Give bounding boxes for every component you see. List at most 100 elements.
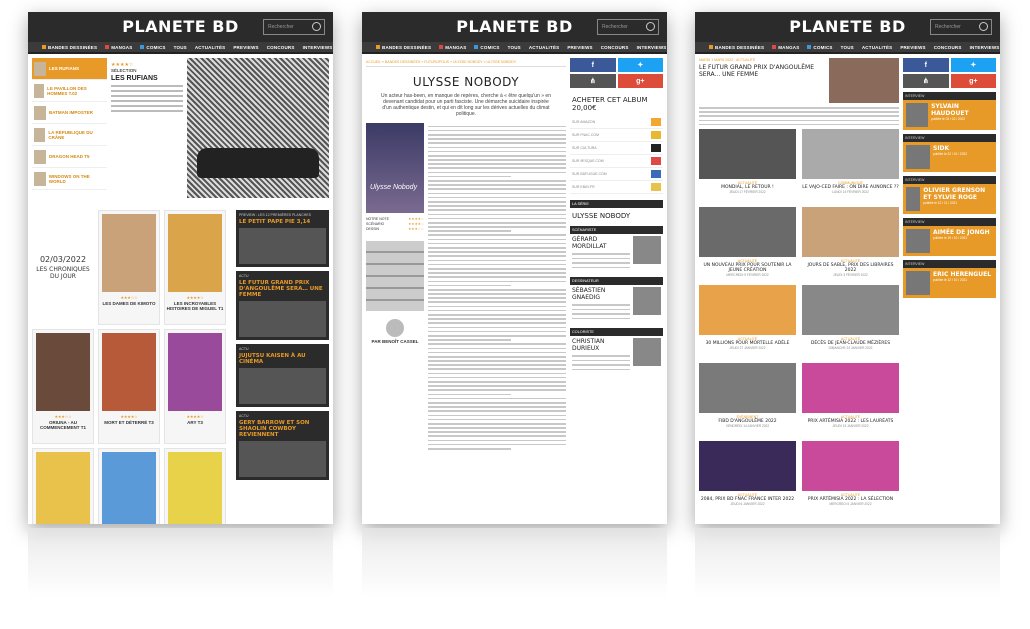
- creator-name[interactable]: CHRISTIAN DURIEUX: [572, 338, 630, 352]
- news-image[interactable]: [239, 368, 326, 404]
- interviewee-name[interactable]: SYLVAIN HAUDOUET: [931, 103, 993, 117]
- news-card[interactable]: ACTUALITÉ DÉCÈS DE JEAN-CLAUDE MÉZIÈRES DI…: [802, 285, 899, 357]
- interview-card[interactable]: INTERVIEW ERIC HERENGUEL publiée le 12 / 1…: [903, 260, 996, 298]
- news-card[interactable]: ACTUALITÉ PRIX ARTÉMISIA 2022 : LES LAURÉ…: [802, 363, 899, 435]
- news-image[interactable]: [699, 129, 796, 180]
- featured-title[interactable]: LES RUFIANS: [111, 75, 183, 82]
- news-card[interactable]: ACTU GERY BARROW ET SON SHAOLIN COWBOY RE…: [236, 411, 329, 480]
- featured-list-item[interactable]: LE PAVILLON DES HOMMES T.02: [32, 80, 107, 102]
- review-card[interactable]: ★★★☆☆ LES DAMES DE KIMOTO: [98, 210, 160, 325]
- twitter-share-button[interactable]: ✦: [950, 58, 996, 72]
- featured-list-item[interactable]: WINDOWS ON THE WORLD: [32, 168, 107, 190]
- featured-list-item[interactable]: DRAGON HEAD T5: [32, 146, 107, 168]
- review-card[interactable]: [164, 448, 226, 524]
- album-name[interactable]: ARY T3: [165, 420, 225, 425]
- news-image[interactable]: [239, 441, 326, 477]
- nav-item[interactable]: COMICS: [140, 45, 165, 50]
- nav-item[interactable]: CONCOURS: [934, 45, 962, 50]
- review-card[interactable]: ★★★★☆ ARY T3: [164, 329, 226, 444]
- news-card[interactable]: ACTU LE FUTUR GRAND PRIX D'ANGOULÊME SERA…: [236, 271, 329, 340]
- news-headline[interactable]: LE FUTUR GRAND PRIX D'ANGOULÊME SERA… UN…: [239, 280, 326, 298]
- news-image[interactable]: [699, 207, 796, 258]
- breadcrumb[interactable]: ACCUEIL » BANDES DESSINÉES » FUTUROPOLIS…: [366, 58, 566, 67]
- news-card[interactable]: ACTU JUJUTSU KAISEN À AU CINÉMA: [236, 344, 329, 407]
- news-image[interactable]: [699, 363, 796, 414]
- news-title[interactable]: UN NOUVEAU PRIX POUR SOUTENIR LA JEUNE C…: [699, 263, 796, 273]
- album-cover[interactable]: [168, 214, 222, 292]
- search-icon[interactable]: [312, 22, 321, 31]
- album-name[interactable]: LES INCROYABLES HISTOIRES DE MIGUEL T1: [165, 301, 225, 311]
- nav-item[interactable]: MANGAS: [772, 45, 799, 50]
- album-cover[interactable]: [102, 452, 156, 524]
- nav-item[interactable]: COMICS: [807, 45, 832, 50]
- nav-item[interactable]: CONCOURS: [601, 45, 629, 50]
- creator-name[interactable]: GÉRARD MORDILLAT: [572, 236, 630, 250]
- nav-item[interactable]: TOUS: [174, 45, 187, 50]
- nav-item[interactable]: ACTUALITÉS: [862, 45, 893, 50]
- news-image[interactable]: [802, 363, 899, 414]
- nav-item[interactable]: TOUS: [841, 45, 854, 50]
- news-card[interactable]: ACTUALITÉ JOURS DE SABLE, PRIX DES LIBRAI…: [802, 207, 899, 279]
- album-cover[interactable]: [102, 214, 156, 292]
- nav-item[interactable]: BANDES DESSINÉES: [709, 45, 764, 50]
- interviewee-name[interactable]: AIMÉE DE JONGH: [933, 229, 990, 236]
- buy-link[interactable]: SUR FNAC.COM: [570, 129, 663, 142]
- review-card[interactable]: ★★★★☆ LES INCROYABLES HISTOIRES DE MIGUEL…: [164, 210, 226, 325]
- interviewee-name[interactable]: OLIVIER GRENSON ET SYLVIE ROGE: [923, 187, 993, 201]
- interview-card[interactable]: INTERVIEW AIMÉE DE JONGH publiée le 19 / 1…: [903, 218, 996, 256]
- hero-image[interactable]: [829, 58, 899, 103]
- creator-card[interactable]: SÉBASTIEN GNAEDIG: [572, 287, 661, 322]
- share-button[interactable]: ⋔: [903, 74, 949, 88]
- nav-item[interactable]: PREVIEWS: [567, 45, 592, 50]
- news-card[interactable]: ACTUALITÉ PRIX ARTÉMISIA 2022 : LA SÉLECT…: [802, 441, 899, 513]
- news-headline[interactable]: JUJUTSU KAISEN À AU CINÉMA: [239, 353, 326, 365]
- album-cover[interactable]: [168, 452, 222, 524]
- search-icon[interactable]: [646, 22, 655, 31]
- featured-list-item[interactable]: BATMAN IMPOSTER: [32, 102, 107, 124]
- nav-item[interactable]: PREVIEWS: [233, 45, 258, 50]
- album-cover[interactable]: [168, 333, 222, 411]
- buy-link[interactable]: SUR EBAY.FR: [570, 181, 663, 194]
- news-headline[interactable]: LE PETIT PAPE PIE 3,14: [239, 219, 326, 225]
- hero-headline[interactable]: LE FUTUR GRAND PRIX D'ANGOULÊME SERA... …: [699, 64, 825, 78]
- news-image[interactable]: [802, 441, 899, 492]
- interview-row[interactable]: SIDK publiée le 22 / 01 / 2022: [903, 142, 996, 172]
- nav-item[interactable]: BANDES DESSINÉES: [376, 45, 431, 50]
- nav-item[interactable]: ACTUALITÉS: [195, 45, 226, 50]
- interview-card[interactable]: INTERVIEW OLIVIER GRENSON ET SYLVIE ROGE p…: [903, 176, 996, 214]
- buy-link[interactable]: SUR AMAZON: [570, 116, 663, 129]
- search-input[interactable]: Rechercher: [930, 19, 992, 35]
- news-card[interactable]: ACTUALITÉ MONDIAL, LE RETOUR ! JEUDI 17 FÉ…: [699, 129, 796, 201]
- album-name[interactable]: MORT ET DÉTERRÉ T3: [99, 420, 159, 425]
- news-hero[interactable]: MARDI 1 MARS 2022 - ACTUALITÉ LE FUTUR G…: [699, 58, 899, 103]
- news-card[interactable]: COMMUNIQUÉ LE VAJO-CED FAIRE : ON DIRE AU…: [802, 129, 899, 201]
- creator-card[interactable]: GÉRARD MORDILLAT: [572, 236, 661, 271]
- nav-item[interactable]: BANDES DESSINÉES: [42, 45, 97, 50]
- interview-row[interactable]: SYLVAIN HAUDOUET publiée le 03 / 02 / 202…: [903, 100, 996, 130]
- featured-artwork[interactable]: [187, 58, 329, 198]
- news-card[interactable]: PREVIEW : LES 12 PREMIÈRES PLANCHES LE PE…: [236, 210, 329, 267]
- nav-item[interactable]: COMICS: [474, 45, 499, 50]
- interview-row[interactable]: ERIC HERENGUEL publiée le 12 / 10 / 2021: [903, 268, 996, 298]
- nav-item[interactable]: PREVIEWS: [900, 45, 925, 50]
- interview-row[interactable]: AIMÉE DE JONGH publiée le 19 / 10 / 2021: [903, 226, 996, 256]
- search-input[interactable]: Rechercher: [597, 19, 659, 35]
- interviewee-name[interactable]: SIDK: [933, 145, 967, 152]
- search-icon[interactable]: [979, 22, 988, 31]
- news-headline[interactable]: GERY BARROW ET SON SHAOLIN COWBOY REVIEN…: [239, 420, 326, 438]
- nav-item[interactable]: INTERVIEWS: [303, 45, 333, 50]
- nav-item[interactable]: TOUS: [508, 45, 521, 50]
- album-name[interactable]: ORIUNA - AU COMMENCEMENT T1: [33, 420, 93, 430]
- news-image[interactable]: [699, 441, 796, 492]
- album-cover[interactable]: [36, 333, 90, 411]
- nav-item[interactable]: ACTUALITÉS: [529, 45, 560, 50]
- news-image[interactable]: [802, 207, 899, 258]
- news-image[interactable]: [802, 129, 899, 180]
- creator-name[interactable]: SÉBASTIEN GNAEDIG: [572, 287, 630, 301]
- creator-card[interactable]: CHRISTIAN DURIEUX: [572, 338, 661, 373]
- review-card[interactable]: ★★★☆☆ ORIUNA - AU COMMENCEMENT T1: [32, 329, 94, 444]
- buy-link[interactable]: SUR BDFUGUE.COM: [570, 168, 663, 181]
- interview-row[interactable]: OLIVIER GRENSON ET SYLVIE ROGE publiée le…: [903, 184, 996, 214]
- interview-card[interactable]: INTERVIEW SYLVAIN HAUDOUET publiée le 03 /…: [903, 92, 996, 130]
- interview-card[interactable]: INTERVIEW SIDK publiée le 22 / 01 / 2022: [903, 134, 996, 172]
